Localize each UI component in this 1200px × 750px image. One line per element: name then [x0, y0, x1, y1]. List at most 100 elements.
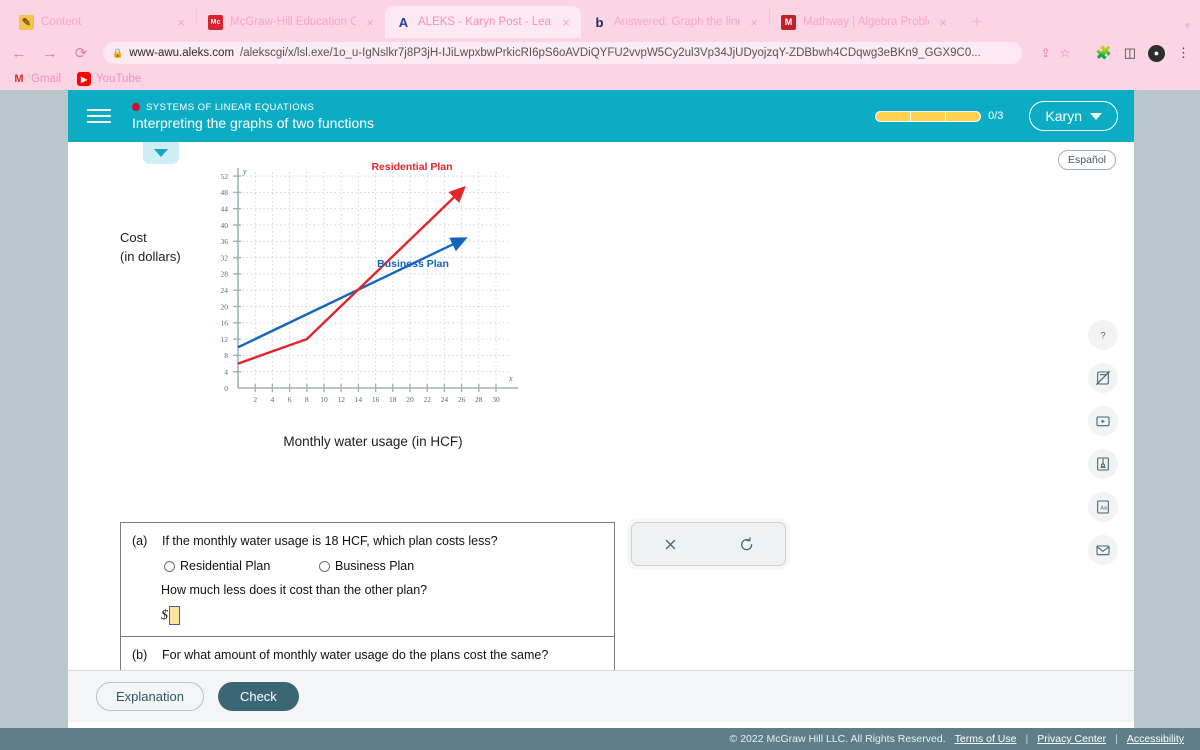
- svg-text:48: 48: [221, 188, 229, 197]
- menu-hamburger-icon[interactable]: [84, 101, 114, 131]
- bookmarks-bar: M Gmail ▶ YouTube: [0, 68, 1200, 90]
- undo-icon[interactable]: [732, 530, 762, 558]
- svg-text:10: 10: [320, 395, 328, 404]
- browser-tab-1[interactable]: Mc McGraw-Hill Education Campu ×: [197, 6, 385, 38]
- aleks-icon: A: [398, 14, 409, 30]
- svg-text:8: 8: [305, 395, 309, 404]
- browser-tab-4[interactable]: M Mathway | Algebra Problem So ×: [770, 6, 958, 38]
- check-button[interactable]: Check: [217, 682, 299, 711]
- topic-status-dot-icon: [132, 103, 140, 111]
- svg-text:24: 24: [441, 395, 449, 404]
- svg-text:36: 36: [221, 237, 229, 246]
- browser-tab-3[interactable]: b Answered: Graph the line with ×: [581, 6, 769, 38]
- tab-close-icon[interactable]: ×: [747, 16, 761, 29]
- coordinate-plot-svg: x y 048 121620 242832 364044 4852 2 4 6 …: [221, 161, 518, 404]
- bookmark-label: Gmail: [31, 73, 62, 85]
- exercise-content: Cost (in dollars) x y 0 4 8 12 16 20 24 …: [68, 142, 1134, 697]
- side-panel-icon[interactable]: ◫: [1124, 45, 1136, 61]
- copyright-text: © 2022 McGraw Hill LLC. All Rights Reser…: [729, 733, 946, 745]
- y-tick-labels: 048 121620 242832 364044 4852: [221, 172, 229, 393]
- part-a-choices: Residential Plan Business Plan: [164, 559, 603, 573]
- topic-name: SYSTEMS OF LINEAR EQUATIONS: [146, 101, 315, 113]
- tab-close-icon[interactable]: ×: [174, 16, 188, 29]
- part-label: (a): [132, 534, 148, 548]
- address-bar[interactable]: 🔒 www-awu.aleks.com/alekscgi/x/lsl.exe/1…: [103, 42, 1022, 64]
- tab-title: Content: [41, 16, 82, 28]
- url-host: www-awu.aleks.com: [129, 47, 235, 59]
- omnibox-actions: ⇪ ☆: [1035, 46, 1071, 60]
- footer-separator: |: [1115, 733, 1118, 745]
- terms-of-use-link[interactable]: Terms of Use: [955, 733, 1017, 745]
- choice-label: Residential Plan: [180, 559, 271, 574]
- svg-text:18: 18: [389, 395, 397, 404]
- youtube-icon: ▶: [77, 72, 92, 86]
- chrome-menu-icon[interactable]: ⋮: [1177, 45, 1190, 61]
- forward-icon[interactable]: →: [41, 44, 59, 62]
- radio-icon[interactable]: [164, 560, 175, 572]
- svg-text:44: 44: [221, 205, 229, 214]
- header-right: 0/3 Karyn: [875, 101, 1118, 131]
- y-ticks: [233, 175, 241, 373]
- reload-icon[interactable]: ⟳: [72, 44, 90, 62]
- tab-list-chevron-icon[interactable]: ▾: [1184, 19, 1190, 32]
- svg-text:28: 28: [221, 270, 229, 279]
- svg-text:4: 4: [224, 368, 228, 377]
- browser-tab-2-active[interactable]: A ALEKS - Karyn Post - Learn ×: [385, 6, 581, 38]
- plot-area: x y 048 12 16 20 24 28 32 36 40 44 48 52…: [210, 152, 530, 412]
- url-path: /alekscgi/x/lsl.exe/1o_u-IgNslkr7j8P3jH-…: [240, 47, 981, 59]
- bookmark-star-icon[interactable]: ☆: [1060, 46, 1071, 60]
- svg-text:16: 16: [372, 395, 380, 404]
- footer-separator: |: [1025, 733, 1029, 745]
- tab-close-icon[interactable]: ×: [936, 16, 950, 29]
- tab-strip: ✎ Content × Mc McGraw-Hill Education Cam…: [0, 0, 1200, 38]
- profile-avatar-icon[interactable]: ●: [1148, 44, 1165, 62]
- tab-title: McGraw-Hill Education Campu: [230, 16, 356, 28]
- radio-a-residential[interactable]: Residential Plan: [164, 559, 319, 573]
- accessibility-link[interactable]: Accessibility: [1127, 733, 1184, 745]
- svg-text:6: 6: [288, 395, 292, 404]
- user-menu-button[interactable]: Karyn: [1029, 101, 1118, 131]
- explanation-button[interactable]: Explanation: [96, 682, 204, 711]
- action-bar: Explanation Check: [68, 670, 1134, 722]
- browser-tab-0[interactable]: ✎ Content ×: [8, 6, 196, 38]
- tab-title: ALEKS - Karyn Post - Learn: [418, 16, 552, 28]
- radio-a-business[interactable]: Business Plan: [319, 559, 414, 573]
- svg-text:22: 22: [423, 395, 431, 404]
- svg-text:8: 8: [224, 351, 228, 360]
- clear-icon[interactable]: [655, 530, 685, 558]
- privacy-center-link[interactable]: Privacy Center: [1037, 733, 1106, 745]
- bookmark-gmail[interactable]: M Gmail: [12, 72, 61, 86]
- radio-icon[interactable]: [319, 560, 330, 572]
- extensions-puzzle-icon[interactable]: 🧩: [1096, 45, 1112, 61]
- svg-text:24: 24: [221, 286, 229, 295]
- bookmark-youtube[interactable]: ▶ YouTube: [77, 72, 141, 86]
- part-a-answer-input[interactable]: [169, 606, 180, 626]
- svg-text:20: 20: [406, 395, 414, 404]
- mathway-icon: M: [781, 14, 796, 30]
- svg-text:0: 0: [224, 384, 228, 393]
- part-prompt: For what amount of monthly water usage d…: [162, 648, 549, 663]
- y-axis-letter: y: [242, 167, 247, 176]
- progress-indicator: 0/3: [875, 110, 1003, 122]
- residential-plan-label: Residential Plan: [371, 161, 452, 173]
- back-icon[interactable]: ←: [10, 44, 28, 62]
- x-axis-letter: x: [508, 374, 513, 383]
- svg-text:20: 20: [221, 302, 229, 311]
- new-tab-button[interactable]: +: [964, 9, 990, 35]
- choice-label: Business Plan: [335, 559, 415, 574]
- svg-text:2: 2: [253, 395, 257, 404]
- bartleby-icon: b: [595, 14, 604, 30]
- notepad-icon: ✎: [19, 14, 34, 30]
- residential-plan-line: [237, 185, 466, 365]
- tab-close-icon[interactable]: ×: [363, 16, 377, 29]
- answer-tool-panel: [631, 522, 786, 566]
- svg-text:32: 32: [221, 253, 229, 262]
- svg-text:16: 16: [221, 319, 229, 328]
- x-axis-label: Monthly water usage (in HCF): [283, 434, 463, 449]
- y-axis-label-line1: Cost: [120, 230, 147, 245]
- progress-count: 0/3: [988, 110, 1004, 122]
- share-icon[interactable]: ⇪: [1041, 46, 1051, 60]
- tab-title: Answered: Graph the line with: [614, 16, 740, 28]
- tab-close-icon[interactable]: ×: [559, 16, 573, 29]
- user-name: Karyn: [1045, 108, 1082, 124]
